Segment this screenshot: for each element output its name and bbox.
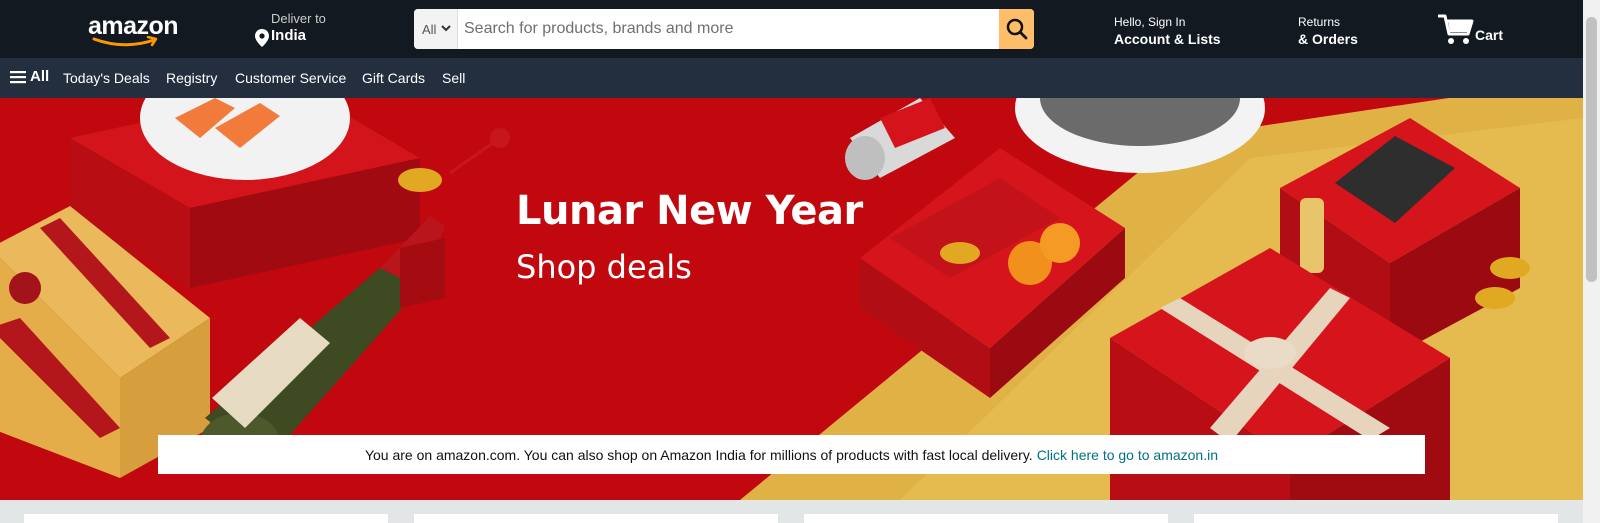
content-card[interactable] bbox=[804, 514, 1168, 523]
cart-link[interactable]: Cart bbox=[1438, 12, 1518, 48]
amazon-logo[interactable]: amazon bbox=[88, 12, 179, 48]
cart-icon bbox=[1438, 14, 1474, 44]
secondary-nav-bar: All Today's Deals Registry Customer Serv… bbox=[0, 58, 1583, 98]
account-lists-menu[interactable]: Hello, Sign In Account & Lists bbox=[1114, 15, 1221, 47]
search-bar: All bbox=[414, 9, 1034, 49]
content-card[interactable] bbox=[1194, 514, 1558, 523]
content-card[interactable] bbox=[414, 514, 778, 523]
logo-smile-icon bbox=[92, 36, 158, 47]
go-to-amazon-in-link[interactable]: Click here to go to amazon.in bbox=[1037, 447, 1218, 463]
nav-link-sell[interactable]: Sell bbox=[442, 70, 465, 86]
nav-link-registry[interactable]: Registry bbox=[166, 70, 217, 86]
deliver-to-label: Deliver to bbox=[271, 11, 326, 26]
scrollbar-thumb[interactable] bbox=[1586, 17, 1597, 282]
all-menu-label: All bbox=[30, 68, 50, 85]
orders-label: & Orders bbox=[1298, 31, 1358, 47]
returns-label: Returns bbox=[1298, 15, 1341, 29]
top-nav-bar: amazon Deliver to India All Search for p… bbox=[0, 0, 1583, 58]
hero-subtitle[interactable]: Shop deals bbox=[516, 248, 692, 286]
content-card[interactable] bbox=[24, 514, 388, 523]
search-icon bbox=[1006, 18, 1027, 40]
account-greeting: Hello, Sign In bbox=[1114, 15, 1186, 29]
account-lists-label: Account & Lists bbox=[1114, 31, 1221, 47]
deliver-to-country: India bbox=[271, 27, 307, 44]
notice-text: You are on amazon.com. You can also shop… bbox=[364, 446, 1033, 463]
search-category-value: All bbox=[422, 21, 437, 37]
nav-link-customer-service[interactable]: Customer Service bbox=[235, 70, 346, 86]
nav-link-gift-cards[interactable]: Gift Cards bbox=[362, 70, 425, 86]
cart-label: Cart bbox=[1475, 27, 1504, 43]
search-input[interactable] bbox=[458, 9, 1004, 49]
all-menu-button[interactable]: All bbox=[10, 68, 49, 85]
hero-title: Lunar New Year bbox=[516, 188, 863, 234]
amazon-india-notice: You are on amazon.com. You can also shop… bbox=[158, 435, 1425, 474]
hamburger-icon bbox=[10, 70, 26, 83]
page-scrollbar[interactable] bbox=[1583, 0, 1600, 523]
search-category-select[interactable]: All bbox=[414, 9, 458, 49]
card-row bbox=[0, 500, 1583, 523]
location-pin-icon bbox=[255, 29, 269, 47]
chevron-down-icon bbox=[441, 24, 452, 35]
search-button[interactable] bbox=[999, 9, 1034, 49]
amazon-home-page: amazon Deliver to India All Search for p… bbox=[0, 0, 1583, 523]
nav-link-todays-deals[interactable]: Today's Deals bbox=[63, 70, 150, 86]
returns-orders-link[interactable]: Returns & Orders bbox=[1298, 15, 1358, 47]
